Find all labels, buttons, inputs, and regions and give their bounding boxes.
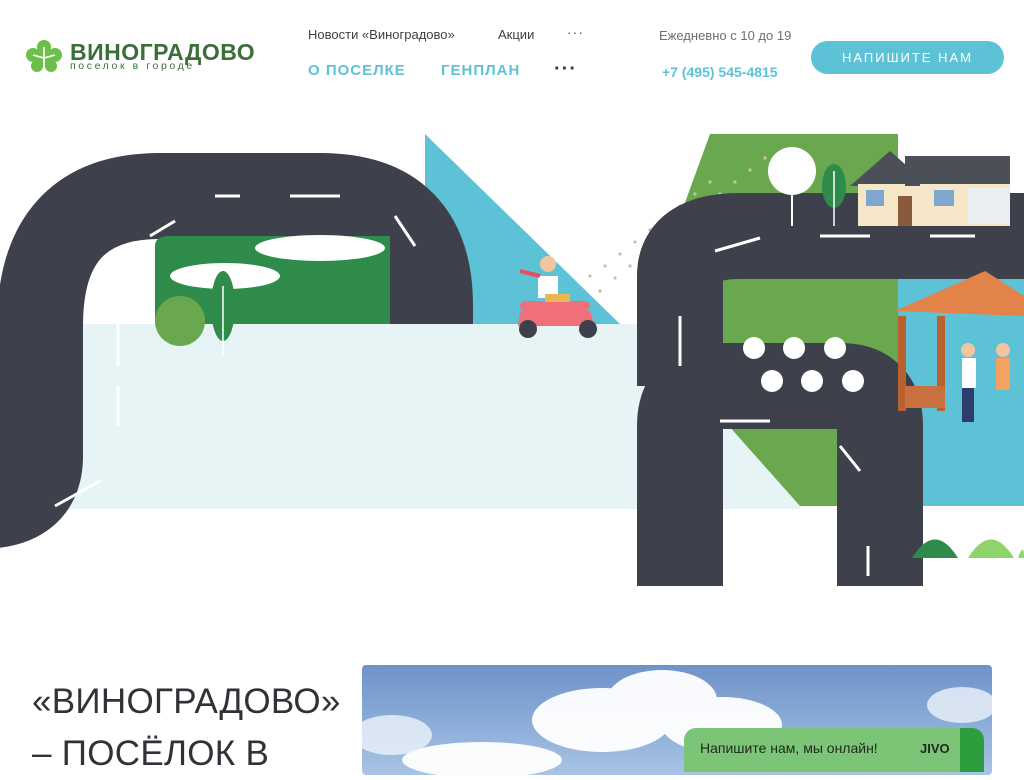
top-nav-more-icon[interactable]: ··· — [567, 24, 584, 40]
site-logo[interactable]: ВИНОГРАДОВО поселок в городе — [24, 38, 259, 78]
main-nav-more-icon[interactable]: ··· — [554, 58, 577, 81]
chat-status-icon — [960, 728, 984, 772]
page-headline: «ВИНОГРАДОВО» – ПОСЁЛОК В — [32, 676, 341, 780]
phone-link[interactable]: +7 (495) 545-4815 — [662, 64, 778, 80]
chat-widget-text: Напишите нам, мы онлайн! — [700, 740, 878, 756]
nav-link-about[interactable]: О ПОСЕЛКЕ — [308, 62, 406, 79]
headline-line-2: – ПОСЁЛОК В — [32, 734, 270, 773]
nav-link-masterplan[interactable]: ГЕНПЛАН — [441, 62, 520, 79]
site-header: ВИНОГРАДОВО поселок в городе Новости «Ви… — [0, 0, 1024, 110]
headline-line-1: «ВИНОГРАДОВО» — [32, 682, 341, 721]
nav-link-news[interactable]: Новости «Виноградово» — [308, 27, 455, 42]
nav-link-promotions[interactable]: Акции — [498, 27, 534, 42]
chat-brand-logo: JIVO — [920, 741, 950, 756]
write-to-us-button[interactable]: НАПИШИТЕ НАМ — [811, 41, 1004, 74]
logo-tagline: поселок в городе — [70, 60, 195, 72]
grape-leaf-icon — [26, 40, 62, 76]
working-hours: Ежедневно с 10 до 19 — [659, 28, 792, 43]
hero-illustration — [0, 134, 1024, 586]
chat-widget[interactable]: Напишите нам, мы онлайн! JIVO — [684, 728, 984, 772]
